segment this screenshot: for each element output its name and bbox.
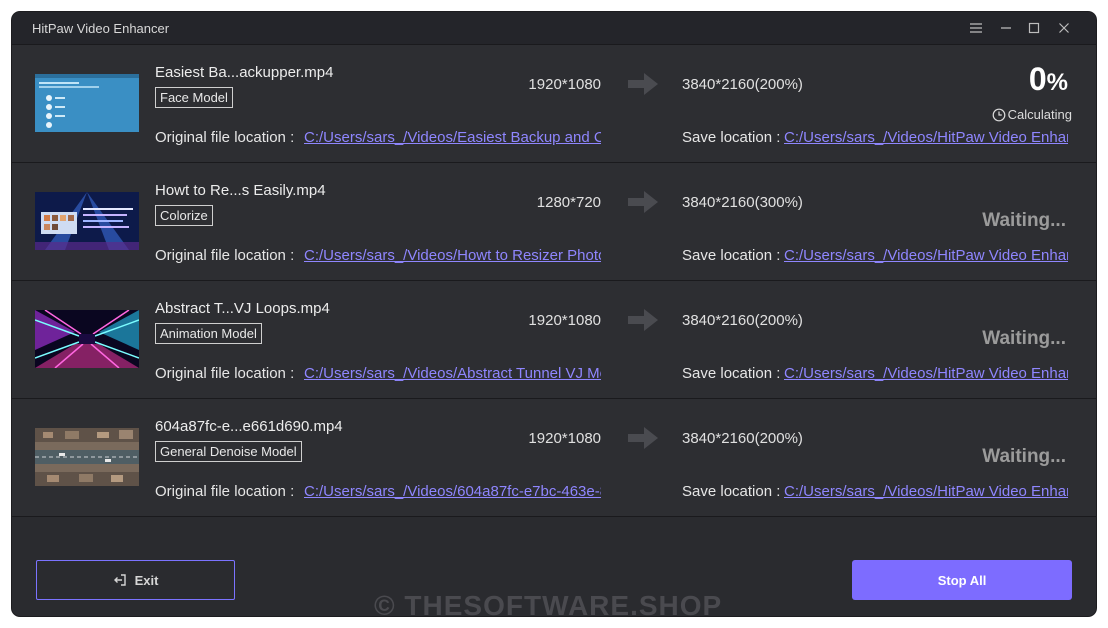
original-location-label: Original file location :	[155, 483, 295, 500]
stop-all-button[interactable]: Stop All	[852, 560, 1072, 600]
file-name: 604a87fc-e...e661d690.mp4	[155, 418, 343, 435]
video-thumbnail	[35, 74, 139, 132]
watermark: © THESOFTWARE.SHOP	[374, 590, 723, 616]
target-resolution: 3840*2160(300%)	[682, 194, 803, 211]
status-waiting: Waiting...	[982, 210, 1066, 231]
arrow-right-icon	[628, 309, 658, 331]
source-resolution: 1920*1080	[528, 312, 601, 329]
menu-button[interactable]	[962, 16, 990, 40]
target-resolution: 3840*2160(200%)	[682, 76, 803, 93]
maximize-icon	[1028, 22, 1040, 34]
save-location-label: Save location :	[682, 247, 781, 264]
arrow-right-icon	[628, 191, 658, 213]
save-location-link[interactable]: C:/Users/sars_/Videos/HitPaw Video Enhan	[784, 365, 1068, 382]
menu-icon	[970, 23, 982, 33]
file-name: Abstract T...VJ Loops.mp4	[155, 300, 330, 317]
original-location-link[interactable]: C:/Users/sars_/Videos/Easiest Backup and…	[304, 129, 601, 146]
status-waiting: Waiting...	[982, 328, 1066, 349]
app-title: HitPaw Video Enhancer	[32, 21, 170, 36]
minimize-icon	[1001, 27, 1011, 29]
progress-value: 0	[1028, 61, 1047, 97]
target-resolution: 3840*2160(200%)	[682, 312, 803, 329]
model-badge: Animation Model	[155, 323, 262, 344]
target-resolution: 3840*2160(200%)	[682, 430, 803, 447]
video-thumbnail	[35, 428, 139, 486]
progress-unit: %	[1046, 69, 1068, 96]
source-resolution: 1920*1080	[528, 76, 601, 93]
save-location-label: Save location :	[682, 365, 781, 382]
status-waiting: Waiting...	[982, 446, 1066, 467]
task-row: Easiest Ba...ackupper.mp4 Face Model 192…	[12, 45, 1096, 163]
status-text: Calculating	[1007, 107, 1072, 122]
save-location-link[interactable]: C:/Users/sars_/Videos/HitPaw Video Enhan	[784, 247, 1068, 264]
clock-icon	[992, 108, 1006, 121]
original-location-link[interactable]: C:/Users/sars_/Videos/Howt to Resizer Ph…	[304, 247, 601, 264]
close-icon	[1059, 23, 1069, 33]
file-name: Easiest Ba...ackupper.mp4	[155, 64, 334, 81]
app-window: HitPaw Video Enhancer Easiest Ba...ackup…	[12, 12, 1096, 616]
save-location-link[interactable]: C:/Users/sars_/Videos/HitPaw Video Enhan	[784, 483, 1068, 500]
source-resolution: 1280*720	[536, 194, 601, 211]
video-thumbnail	[35, 192, 139, 250]
minimize-button[interactable]	[992, 16, 1020, 40]
save-location-label: Save location :	[682, 129, 781, 146]
save-location-link[interactable]: C:/Users/sars_/Videos/HitPaw Video Enhan	[784, 129, 1068, 146]
close-button[interactable]	[1050, 16, 1078, 40]
model-badge: Face Model	[155, 87, 233, 108]
exit-button[interactable]: Exit	[36, 560, 235, 600]
video-thumbnail	[35, 310, 139, 368]
original-location-link[interactable]: C:/Users/sars_/Videos/Abstract Tunnel VJ…	[304, 365, 601, 382]
arrow-right-icon	[628, 73, 658, 95]
arrow-right-icon	[628, 427, 658, 449]
original-location-label: Original file location :	[155, 129, 295, 146]
status-calculating: Calculating	[992, 107, 1072, 122]
original-location-label: Original file location :	[155, 247, 295, 264]
progress-percent: 0%	[1029, 61, 1068, 98]
stop-all-label: Stop All	[937, 572, 987, 588]
model-badge: Colorize	[155, 205, 213, 226]
exit-label: Exit	[134, 572, 159, 588]
original-location-label: Original file location :	[155, 365, 295, 382]
exit-icon	[113, 574, 126, 586]
save-location-label: Save location :	[682, 483, 781, 500]
task-row: 604a87fc-e...e661d690.mp4 General Denois…	[12, 399, 1096, 517]
task-row: Howt to Re...s Easily.mp4 Colorize 1280*…	[12, 163, 1096, 281]
title-bar: HitPaw Video Enhancer	[12, 12, 1096, 45]
task-list: Easiest Ba...ackupper.mp4 Face Model 192…	[12, 45, 1096, 517]
source-resolution: 1920*1080	[528, 430, 601, 447]
task-row: Abstract T...VJ Loops.mp4 Animation Mode…	[12, 281, 1096, 399]
original-location-link[interactable]: C:/Users/sars_/Videos/604a87fc-e7bc-463e…	[304, 483, 601, 500]
model-badge: General Denoise Model	[155, 441, 302, 462]
maximize-button[interactable]	[1020, 16, 1048, 40]
file-name: Howt to Re...s Easily.mp4	[155, 182, 326, 199]
